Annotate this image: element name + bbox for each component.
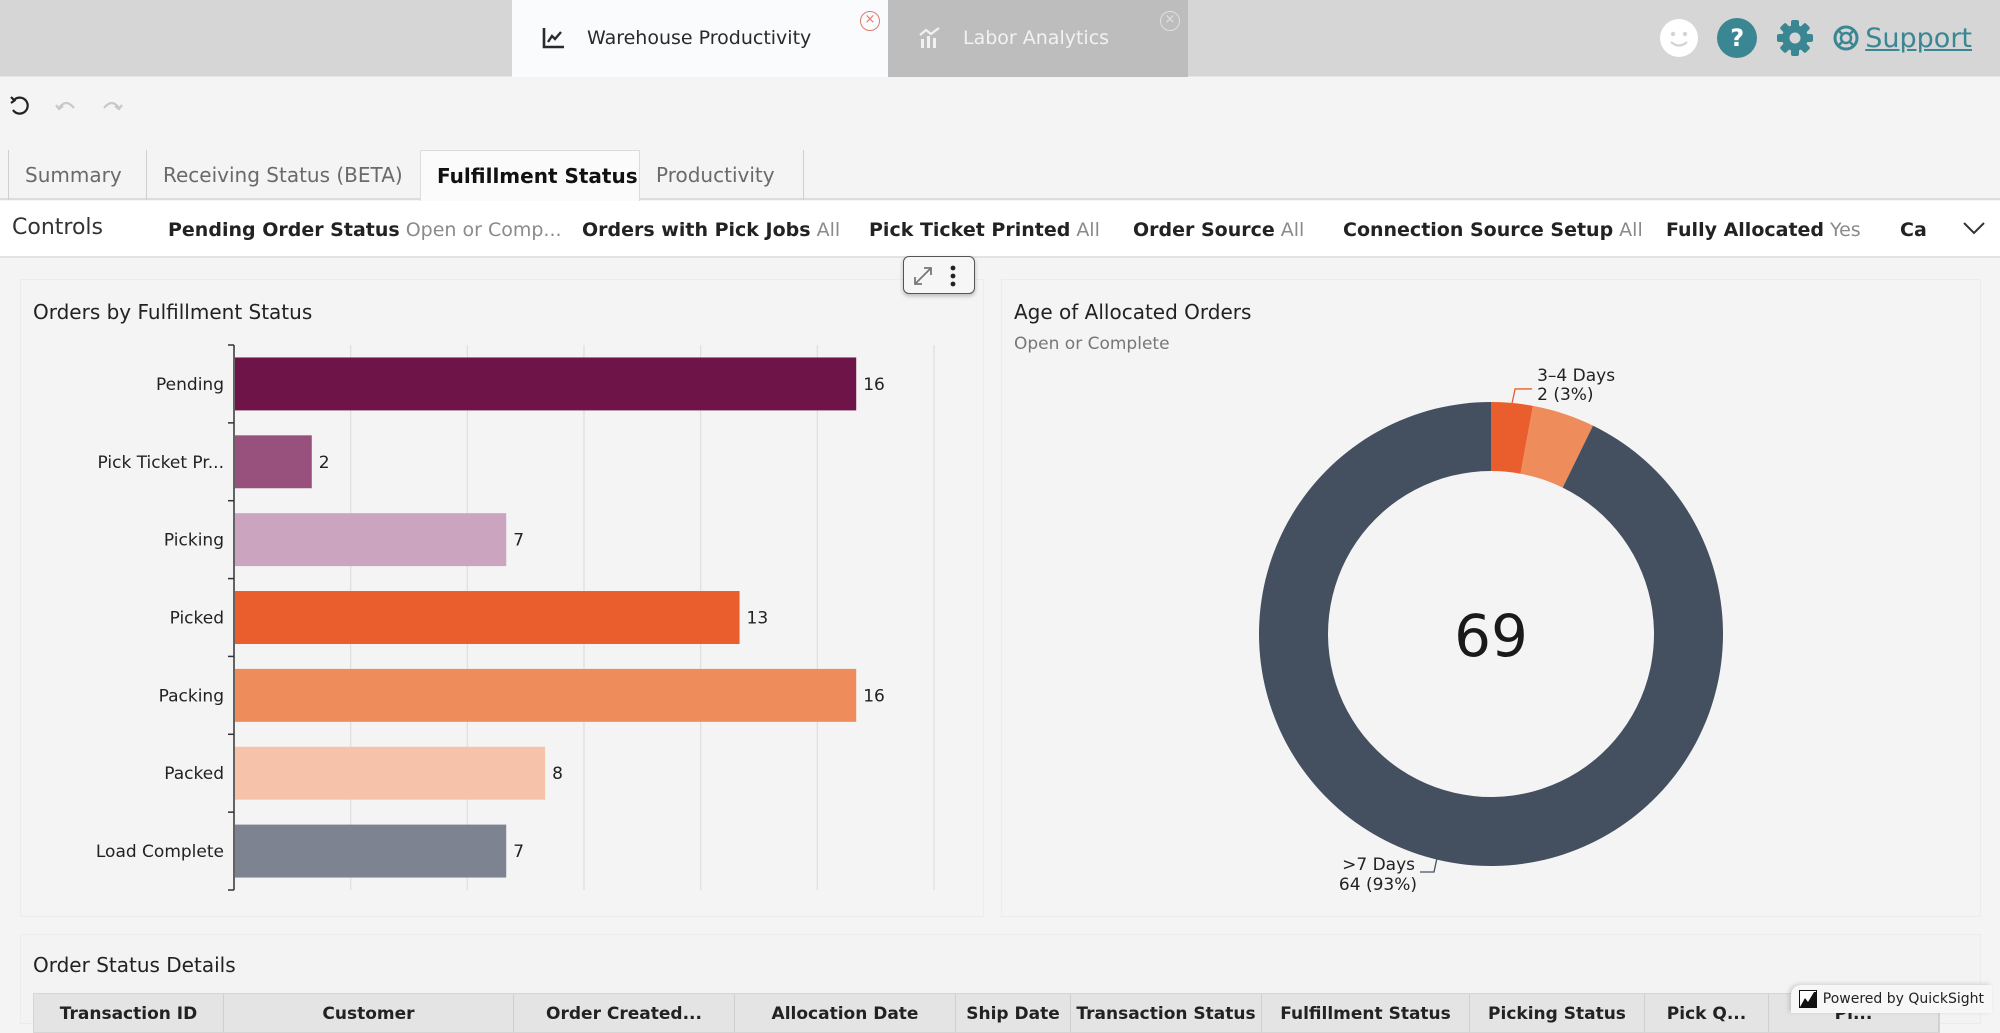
control-connection-source-setup[interactable]: Connection Source Setup All: [1343, 219, 1643, 241]
slice-value-label: 2 (3%): [1537, 385, 1593, 405]
toolbar: [8, 94, 124, 118]
control-value: All: [1619, 219, 1643, 241]
data-label: 13: [747, 609, 769, 629]
donut-center-total: 69: [1454, 602, 1528, 670]
sheet-tabs: Summary Receiving Status (BETA) Fulfillm…: [0, 150, 2000, 200]
document-tab-bar: Warehouse Productivity × Labor Analytics…: [0, 0, 2000, 77]
column-header[interactable]: Fulfillment Status: [1262, 994, 1470, 1032]
slice-value-label: 64 (93%): [1339, 875, 1417, 895]
category-label: Pick Ticket Pr...: [98, 453, 225, 473]
powered-by-label: Powered by QuickSight: [1823, 991, 1984, 1007]
quicksight-logo-icon: [1799, 990, 1817, 1008]
doc-tab-label: Warehouse Productivity: [587, 27, 811, 49]
data-label: 16: [863, 375, 885, 395]
control-value: All: [817, 219, 841, 241]
controls-bar: Controls Pending Order Status Open or Com…: [0, 201, 2000, 258]
control-value: All: [1281, 219, 1305, 241]
control-truncated[interactable]: Ca: [1900, 219, 1942, 241]
support-label: Support: [1865, 23, 1972, 54]
category-label: Load Complete: [96, 842, 224, 862]
category-label: Picked: [170, 609, 224, 629]
column-header[interactable]: Transaction Status: [1071, 994, 1262, 1032]
control-order-source[interactable]: Order Source All: [1133, 219, 1304, 241]
donut-chart: 69 3–4 Days2 (3%) >7 Days64 (93%): [1002, 280, 1982, 918]
column-header[interactable]: Picking Status: [1470, 994, 1645, 1032]
leader-line: [1420, 858, 1437, 872]
line-chart-icon: [542, 27, 566, 49]
more-vertical-icon[interactable]: [948, 264, 958, 288]
column-header[interactable]: Customer: [224, 994, 514, 1032]
undo-icon[interactable]: [54, 94, 78, 118]
expand-icon[interactable]: [912, 265, 934, 287]
close-icon[interactable]: ×: [860, 11, 880, 31]
smiley-icon[interactable]: [1659, 18, 1699, 58]
control-fully-allocated[interactable]: Fully Allocated Yes: [1666, 219, 1861, 241]
doc-tab-warehouse-productivity[interactable]: Warehouse Productivity ×: [512, 0, 888, 77]
bar: [235, 825, 506, 878]
gear-icon[interactable]: [1775, 18, 1815, 58]
data-label: 2: [319, 453, 330, 473]
bar-chart: Pending 16 Pick Ticket Pr... 2 Picking 7 Picke…: [21, 280, 985, 918]
tab-fulfillment-status[interactable]: Fulfillment Status: [420, 150, 640, 202]
tab-productivity[interactable]: Productivity: [640, 150, 804, 200]
bar: [235, 357, 856, 410]
bar: [235, 435, 312, 488]
control-name: Ca: [1900, 219, 1927, 241]
column-header[interactable]: Transaction ID: [34, 994, 224, 1032]
category-label: Picking: [164, 531, 224, 551]
control-name: Pick Ticket Printed: [869, 219, 1070, 241]
bar: [235, 513, 506, 566]
leader-line: [1512, 389, 1532, 403]
data-label: 16: [863, 686, 885, 706]
category-label: Packed: [164, 764, 224, 784]
doc-tab-label: Labor Analytics: [963, 27, 1109, 49]
slice-label: >7 Days: [1342, 855, 1415, 875]
redo-icon[interactable]: [100, 94, 124, 118]
help-icon[interactable]: ?: [1717, 18, 1757, 58]
support-link[interactable]: Support: [1833, 23, 1972, 54]
top-actions: ? Support: [1659, 18, 1972, 58]
control-name: Fully Allocated: [1666, 219, 1824, 241]
bar: [235, 669, 856, 722]
bar: [235, 591, 740, 644]
column-header[interactable]: Ship Date: [956, 994, 1071, 1032]
control-name: Orders with Pick Jobs: [582, 219, 811, 241]
column-header[interactable]: Order Created...: [514, 994, 735, 1032]
powered-by-badge[interactable]: Powered by QuickSight: [1791, 985, 1992, 1013]
control-name: Order Source: [1133, 219, 1275, 241]
visual-menu: [903, 256, 975, 294]
age-of-allocated-orders-visual[interactable]: Age of Allocated Orders Open or Complete…: [1001, 279, 1981, 917]
control-value: Open or Comp...: [406, 219, 562, 241]
control-pending-order-status[interactable]: Pending Order Status Open or Comp...: [168, 219, 562, 241]
tab-receiving-status[interactable]: Receiving Status (BETA): [146, 150, 420, 200]
chevron-down-icon[interactable]: [1962, 219, 1986, 237]
slice-label: 3–4 Days: [1537, 366, 1615, 386]
control-name: Pending Order Status: [168, 219, 400, 241]
data-label: 7: [513, 842, 524, 862]
control-orders-with-pick-jobs[interactable]: Orders with Pick Jobs All: [582, 219, 840, 241]
bar-line-chart-icon: [918, 27, 942, 49]
table-header: Transaction ID Customer Order Created...…: [33, 993, 1940, 1033]
column-header[interactable]: Pick Q...: [1645, 994, 1769, 1032]
controls-title: Controls: [12, 215, 103, 240]
data-label: 8: [552, 764, 563, 784]
category-label: Pending: [156, 375, 224, 395]
reset-icon[interactable]: [8, 94, 32, 118]
data-label: 7: [513, 531, 524, 551]
doc-tab-labor-analytics[interactable]: Labor Analytics ×: [888, 0, 1188, 77]
column-header[interactable]: Allocation Date: [735, 994, 956, 1032]
close-icon[interactable]: ×: [1160, 11, 1180, 31]
control-name: Connection Source Setup: [1343, 219, 1613, 241]
order-status-details-visual[interactable]: Order Status Details Transaction ID Cust…: [20, 934, 1981, 1024]
visual-title: Order Status Details: [33, 953, 236, 977]
bar: [235, 747, 545, 800]
tab-summary[interactable]: Summary: [8, 150, 146, 200]
orders-by-fulfillment-status-visual[interactable]: Orders by Fulfillment Status Pending16Pi…: [20, 279, 984, 917]
control-pick-ticket-printed[interactable]: Pick Ticket Printed All: [869, 219, 1100, 241]
category-label: Packing: [159, 686, 224, 706]
control-value: Yes: [1830, 219, 1861, 241]
control-value: All: [1076, 219, 1100, 241]
lifebuoy-icon: [1833, 25, 1859, 51]
